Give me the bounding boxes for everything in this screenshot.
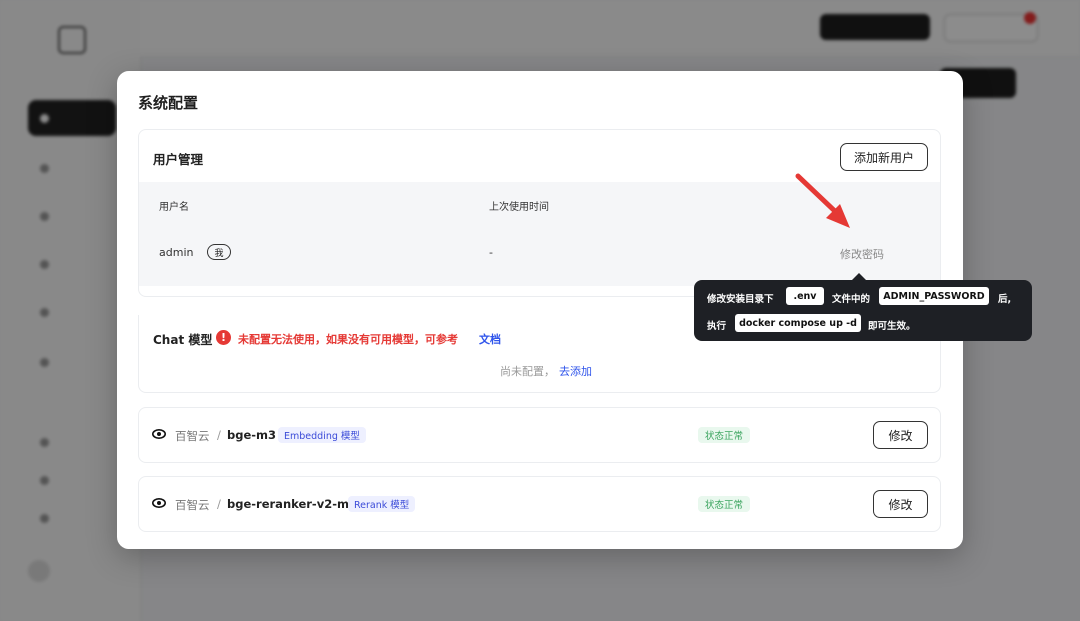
empty-state-text: 尚未配置，	[500, 365, 555, 378]
add-model-link[interactable]: 去添加	[559, 363, 592, 379]
tooltip-text: 后,	[998, 294, 1012, 305]
status-badge: 状态正常	[698, 496, 751, 512]
model-name: bge-m3	[227, 428, 277, 442]
separator: /	[217, 497, 221, 511]
change-password-tooltip: 修改安装目录下 .env 文件中的 ADMIN_PASSWORD 后, 执行 d…	[694, 273, 1032, 341]
column-header-last-used: 上次使用时间	[489, 202, 549, 213]
env-file-code: .env	[786, 287, 824, 305]
rerank-model-card: 百智云 / bge-reranker-v2-m3 Rerank 模型 状态正常 …	[138, 476, 941, 532]
add-user-button[interactable]: 添加新用户	[840, 143, 928, 171]
provider-name: 百智云	[175, 429, 210, 443]
provider-name: 百智云	[175, 498, 210, 512]
eye-icon	[152, 498, 166, 508]
eye-icon	[152, 429, 166, 439]
user-management-title: 用户管理	[153, 152, 204, 167]
status-badge: 状态正常	[698, 427, 751, 443]
tooltip-text: 即可生效。	[868, 321, 916, 332]
column-header-username: 用户名	[159, 202, 189, 213]
last-used-cell: -	[489, 246, 493, 259]
username-cell: admin	[159, 246, 194, 259]
current-user-tag: 我	[207, 244, 231, 260]
docker-command-code: docker compose up -d	[735, 314, 861, 332]
model-type-tag: Rerank 模型	[348, 496, 416, 512]
exclamation-circle-icon: !	[216, 330, 231, 345]
password-var-code: ADMIN_PASSWORD	[879, 287, 989, 305]
model-type-tag: Embedding 模型	[278, 427, 366, 443]
separator: /	[217, 428, 221, 442]
chat-model-title: Chat 模型	[153, 333, 213, 347]
embedding-model-card: 百智云 / bge-m3 Embedding 模型 状态正常 修改	[138, 407, 941, 463]
change-password-link[interactable]: 修改密码	[840, 246, 884, 262]
model-name: bge-reranker-v2-m3	[227, 497, 357, 511]
tooltip-text: 修改安装目录下	[707, 294, 774, 305]
edit-model-button[interactable]: 修改	[873, 421, 928, 449]
tooltip-text: 文件中的	[832, 294, 871, 305]
docs-link[interactable]: 文档	[479, 331, 501, 347]
annotation-arrow-icon	[795, 173, 850, 228]
modal-title: 系统配置	[138, 94, 199, 112]
edit-model-button[interactable]: 修改	[873, 490, 928, 518]
tooltip-text: 执行	[707, 321, 727, 332]
chat-warning-text: 未配置无法使用，如果没有可用模型，可参考	[238, 333, 458, 346]
